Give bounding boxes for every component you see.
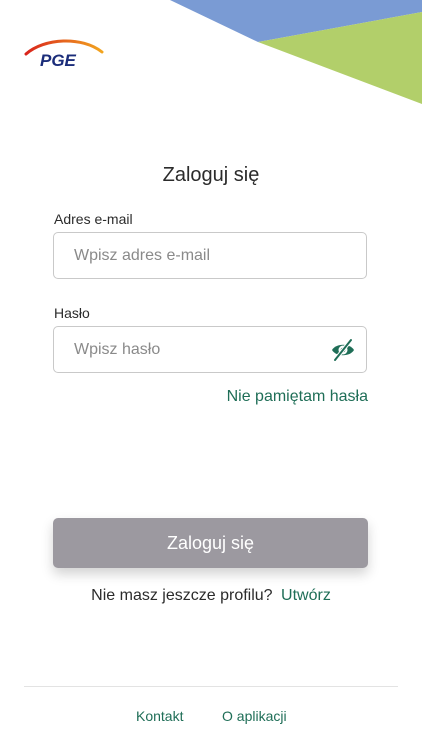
email-field-box[interactable]	[53, 232, 367, 279]
forgot-password-link[interactable]: Nie pamiętam hasła	[227, 388, 368, 406]
create-account-link[interactable]: Utwórz	[281, 587, 331, 604]
footer-divider	[24, 686, 398, 687]
no-profile-text: Nie masz jeszcze profilu?	[91, 587, 273, 604]
password-label: Hasło	[54, 305, 90, 321]
page-title: Zaloguj się	[162, 164, 260, 186]
pge-logo-arc-icon: PGE	[24, 39, 104, 70]
about-app-link[interactable]: O aplikacji	[222, 708, 287, 724]
email-input[interactable]	[74, 233, 324, 278]
password-field-box[interactable]	[53, 326, 367, 373]
logo-text: PGE	[40, 51, 77, 70]
eye-off-icon[interactable]	[330, 337, 356, 363]
login-button[interactable]: Zaloguj się	[53, 518, 368, 568]
register-prompt: Nie masz jeszcze profilu? Utwórz	[0, 587, 422, 605]
pge-logo: PGE	[24, 36, 104, 70]
password-input[interactable]	[74, 327, 324, 372]
contact-link[interactable]: Kontakt	[136, 708, 183, 724]
email-label: Adres e-mail	[54, 211, 133, 227]
